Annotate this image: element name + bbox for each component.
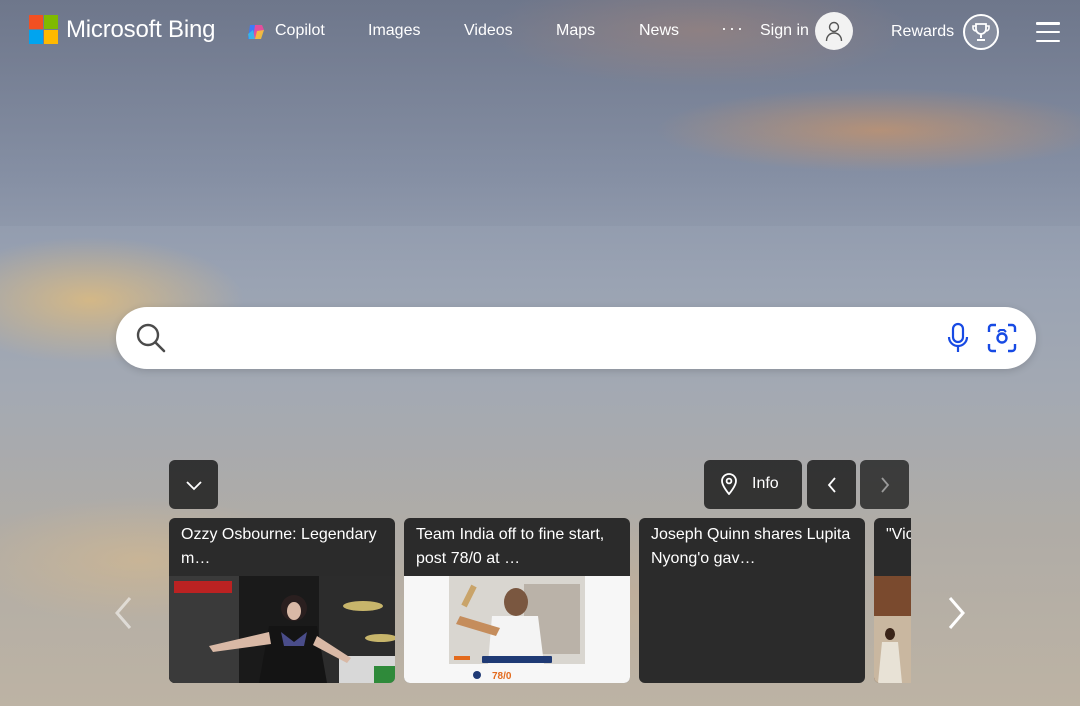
chevron-down-icon <box>185 480 202 490</box>
rewards-badge[interactable] <box>963 14 999 50</box>
news-card[interactable]: Team India off to fine start, post 78/0 … <box>404 518 630 683</box>
collapse-feed-button[interactable] <box>169 460 218 509</box>
news-card-image <box>169 576 395 683</box>
previous-background-button[interactable] <box>807 460 856 509</box>
rewards-link[interactable]: Rewards <box>891 23 954 41</box>
news-card-title: Team India off to fine start, post 78/0 … <box>416 526 605 567</box>
news-card-image: 78/0 <box>404 576 630 683</box>
news-carousel: Ozzy Osbourne: Legendary m… Team India o… <box>169 518 911 683</box>
image-info-button[interactable]: Info <box>704 460 802 509</box>
chevron-right-icon <box>880 476 889 493</box>
microphone-icon[interactable] <box>946 322 970 354</box>
nav-videos[interactable]: Videos <box>464 22 513 40</box>
search-icon[interactable] <box>135 322 167 354</box>
bing-logo[interactable]: Microsoft Bing <box>29 15 215 44</box>
location-pin-icon <box>721 473 737 495</box>
logo-text: Microsoft Bing <box>66 15 216 43</box>
news-card-title: Joseph Quinn shares Lupita Nyong'o gav… <box>651 526 851 567</box>
news-card-image <box>874 576 911 683</box>
avatar[interactable] <box>815 12 853 50</box>
nav-images[interactable]: Images <box>368 22 420 40</box>
scoreboard-text: 78/0 <box>492 671 512 682</box>
microsoft-logo-icon <box>29 15 58 44</box>
news-card-title: Ozzy Osbourne: Legendary m… <box>181 526 377 567</box>
visual-search-icon[interactable] <box>986 322 1018 354</box>
trophy-icon <box>972 23 990 41</box>
sign-in-link[interactable]: Sign in <box>760 22 809 40</box>
search-input[interactable] <box>178 317 978 359</box>
carousel-prev-icon[interactable] <box>108 595 138 631</box>
news-card[interactable]: "Vic… resi… <box>874 518 911 683</box>
copilot-icon[interactable] <box>246 22 266 42</box>
search-box[interactable] <box>116 307 1036 369</box>
news-card[interactable]: Joseph Quinn shares Lupita Nyong'o gav… <box>639 518 865 683</box>
nav-maps[interactable]: Maps <box>556 22 595 40</box>
next-background-button[interactable] <box>860 460 909 509</box>
hamburger-menu-icon[interactable] <box>1036 22 1060 42</box>
user-icon <box>825 21 843 42</box>
nav-news[interactable]: News <box>639 22 679 40</box>
news-card[interactable]: Ozzy Osbourne: Legendary m… <box>169 518 395 683</box>
chevron-left-icon <box>827 476 836 493</box>
header: Microsoft Bing Copilot Images Videos Map… <box>0 0 1080 64</box>
info-label: Info <box>752 475 779 492</box>
carousel-next-icon[interactable] <box>942 595 972 631</box>
nav-copilot[interactable]: Copilot <box>275 22 325 40</box>
news-card-title: "Vic… resi… <box>886 526 911 543</box>
more-options-button[interactable]: ··· <box>721 18 745 39</box>
